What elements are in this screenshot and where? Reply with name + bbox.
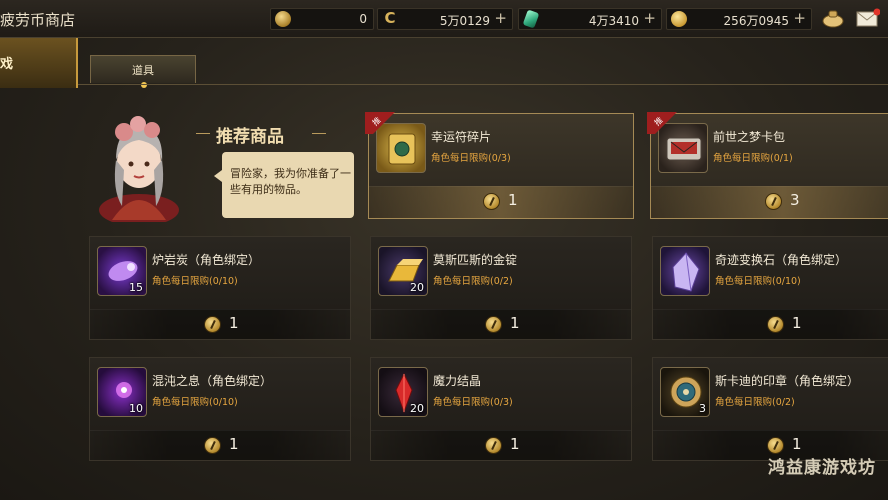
title-ornament — [196, 133, 210, 134]
gold-coin-icon — [671, 11, 687, 27]
shop-title: 疲劳币商店 — [0, 11, 76, 29]
item-limit: 角色每日限购(0/10) — [715, 276, 801, 287]
fatigue-coin-icon — [204, 316, 221, 333]
item-card[interactable]: 奇迹变换石（角色绑定） 角色每日限购(0/10) 1 — [652, 236, 888, 340]
buy-button[interactable]: 1 — [653, 309, 888, 339]
purple-ore-icon: 15 — [97, 246, 147, 296]
tab-items[interactable]: 道具 — [90, 55, 196, 88]
bag-icon[interactable] — [822, 8, 844, 28]
item-limit: 角色每日限购(0/10) — [152, 276, 238, 287]
item-limit: 角色每日限购(0/10) — [152, 397, 238, 408]
title-ornament — [312, 133, 326, 134]
item-quantity: 20 — [410, 281, 424, 294]
resource-value: 0 — [359, 12, 367, 26]
tab-active-dot — [141, 82, 147, 88]
recommend-badge: 推 — [647, 112, 687, 138]
item-price: 1 — [510, 314, 520, 332]
item-limit: 角色每日限购(0/2) — [715, 397, 795, 408]
item-price: 3 — [790, 191, 800, 209]
tab-label: 道具 — [132, 64, 154, 77]
buy-button[interactable]: 1 — [90, 309, 350, 339]
red-crystal-icon: 20 — [378, 367, 428, 417]
crystal-icon — [660, 246, 710, 296]
item-price: 1 — [229, 314, 239, 332]
item-price: 1 — [229, 435, 239, 453]
side-tab-label: 戏 — [0, 57, 14, 72]
item-price: 1 — [792, 435, 802, 453]
item-name: 幸运符碎片 — [431, 130, 492, 144]
resource-value: 4万3410 — [588, 14, 639, 28]
item-card[interactable]: 15 炉岩炭（角色绑定） 角色每日限购(0/10) 1 — [89, 236, 351, 340]
item-price: 1 — [508, 191, 518, 209]
item-name: 混沌之息（角色绑定） — [152, 374, 273, 388]
resource-fatigue-coin: 0 — [270, 8, 374, 30]
item-price: 1 — [792, 314, 802, 332]
seal-icon: 3 — [660, 367, 710, 417]
item-card[interactable]: 20 魔力结晶 角色每日限购(0/3) 1 — [370, 357, 632, 461]
recommend-title-text: 推荐商品 — [216, 127, 284, 147]
item-name: 奇迹变换石（角色绑定） — [715, 253, 848, 267]
item-limit: 角色每日限购(0/3) — [431, 153, 511, 164]
item-quantity: 15 — [129, 281, 143, 294]
fatigue-coin-icon — [275, 11, 291, 27]
watermark: 鸿益康游戏坊 — [768, 458, 876, 478]
item-card[interactable]: 20 莫斯匹斯的金锭 角色每日限购(0/2) 1 — [370, 236, 632, 340]
fatigue-coin-icon — [767, 437, 784, 454]
recommend-badge: 推 — [365, 112, 405, 138]
item-limit: 角色每日限购(0/1) — [713, 153, 793, 164]
add-green-gem-button[interactable]: + — [643, 9, 656, 27]
item-name: 莫斯匹斯的金锭 — [433, 253, 518, 267]
fatigue-coin-icon — [485, 437, 502, 454]
fatigue-coin-icon — [204, 437, 221, 454]
add-gold-c-button[interactable]: + — [494, 9, 507, 27]
recommend-title: 推荐商品 — [196, 120, 336, 147]
buy-button[interactable]: 1 — [371, 309, 631, 339]
mail-icon[interactable] — [856, 8, 881, 28]
side-tab-game[interactable]: 戏 — [0, 38, 78, 88]
resource-green-gem: 4万3410 + — [518, 8, 662, 30]
item-quantity: 3 — [699, 402, 706, 415]
item-card[interactable]: 10 混沌之息（角色绑定） 角色每日限购(0/10) 1 — [89, 357, 351, 461]
buy-button[interactable]: 3 — [651, 186, 888, 218]
npc-speech-bubble: 冒险家，我为你准备了一些有用的物品。 — [214, 152, 354, 218]
gold-ingot-icon: 20 — [378, 246, 428, 296]
top-bar: 疲劳币商店 0 C 5万0129 + 4万3410 + 256万0945 + — [0, 0, 888, 38]
item-card[interactable]: 3 斯卡迪的印章（角色绑定） 角色每日限购(0/2) 1 — [652, 357, 888, 461]
item-name: 前世之梦卡包 — [713, 130, 786, 144]
resource-value: 256万0945 — [723, 14, 789, 28]
item-quantity: 10 — [129, 402, 143, 415]
chaos-breath-icon: 10 — [97, 367, 147, 417]
item-card[interactable]: 推 幸运符碎片 角色每日限购(0/3) 1 — [365, 112, 634, 219]
item-price: 1 — [510, 435, 520, 453]
fatigue-coin-icon — [765, 193, 782, 210]
buy-button[interactable]: 1 — [369, 186, 633, 218]
item-name: 炉岩炭（角色绑定） — [152, 253, 261, 267]
item-name: 斯卡迪的印章（角色绑定） — [715, 374, 860, 388]
resource-gold-coin: 256万0945 + — [666, 8, 812, 30]
npc-portrait — [94, 110, 184, 226]
item-card[interactable]: 推 前世之梦卡包 角色每日限购(0/1) 3 — [647, 112, 888, 219]
buy-button[interactable]: 1 — [371, 430, 631, 460]
item-limit: 角色每日限购(0/2) — [433, 276, 513, 287]
fatigue-coin-icon — [767, 316, 784, 333]
divider — [78, 84, 888, 85]
resource-value: 5万0129 — [439, 14, 490, 28]
fatigue-coin-icon — [485, 316, 502, 333]
fatigue-coin-icon — [483, 193, 500, 210]
gold-c-icon: C — [382, 11, 398, 27]
item-limit: 角色每日限购(0/3) — [433, 397, 513, 408]
add-gold-coin-button[interactable]: + — [793, 9, 806, 27]
resource-gold-c: C 5万0129 + — [377, 8, 513, 30]
item-name: 魔力结晶 — [433, 374, 482, 388]
buy-button[interactable]: 1 — [90, 430, 350, 460]
item-quantity: 20 — [410, 402, 424, 415]
green-gem-icon — [522, 9, 540, 29]
